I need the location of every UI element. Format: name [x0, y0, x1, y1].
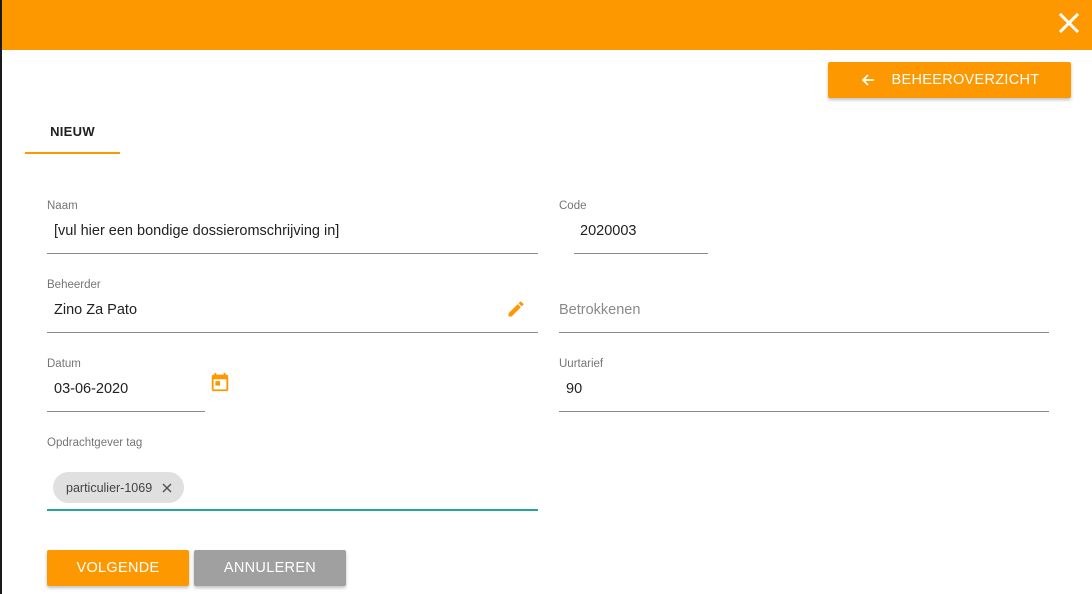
beheeroverzicht-button[interactable]: BEHEEROVERZICHT	[828, 62, 1071, 98]
arrow-left-icon	[860, 72, 876, 88]
beheeroverzicht-label: BEHEEROVERZICHT	[891, 72, 1040, 88]
naam-input[interactable]: [vul hier een bondige dossieromschrijvin…	[54, 223, 339, 239]
dialog-header-bar	[2, 0, 1092, 50]
remove-tag-button[interactable]	[162, 482, 172, 493]
tab-nieuw-label: NIEUW	[50, 123, 95, 139]
tag-chip[interactable]: particulier-1069	[53, 472, 185, 503]
datum-label: Datum	[47, 358, 81, 370]
close-icon	[162, 482, 172, 493]
annuleren-button[interactable]: ANNULEREN	[194, 550, 346, 586]
uurtarief-underline	[559, 411, 1049, 412]
betrokkenen-underline	[559, 332, 1049, 333]
tab-nieuw[interactable]: NIEUW	[25, 110, 120, 154]
close-icon	[1058, 12, 1080, 34]
naam-label: Naam	[47, 200, 78, 212]
code-input[interactable]: 2020003	[580, 223, 636, 239]
volgende-button[interactable]: VOLGENDE	[47, 550, 189, 586]
new-dossier-dialog: BEHEEROVERZICHT NIEUW Naam [vul hier een…	[0, 0, 1092, 594]
calendar-icon	[211, 372, 229, 392]
close-button[interactable]	[1054, 8, 1084, 38]
datum-underline	[47, 411, 205, 412]
beheerder-underline	[47, 332, 538, 333]
opdrachtgever-tag-underline	[47, 509, 538, 511]
code-underline	[574, 253, 708, 254]
datepicker-toggle[interactable]	[208, 370, 232, 394]
tag-chip-label: particulier-1069	[66, 480, 153, 495]
beheerder-label: Beheerder	[47, 279, 101, 291]
betrokkenen-input[interactable]: Betrokkenen	[559, 302, 640, 318]
uurtarief-input[interactable]: 90	[566, 381, 582, 397]
beheerder-input[interactable]: Zino Za Pato	[54, 302, 137, 318]
annuleren-label: ANNULEREN	[223, 560, 317, 576]
datum-input[interactable]: 03-06-2020	[54, 381, 128, 397]
edit-beheerder-button[interactable]	[504, 297, 528, 321]
uurtarief-label: Uurtarief	[559, 358, 604, 370]
opdrachtgever-tag-label: Opdrachtgever tag	[47, 437, 143, 449]
naam-underline	[47, 253, 538, 254]
volgende-label: VOLGENDE	[76, 560, 160, 576]
pencil-edit-icon	[508, 301, 524, 317]
code-label: Code	[559, 200, 587, 212]
